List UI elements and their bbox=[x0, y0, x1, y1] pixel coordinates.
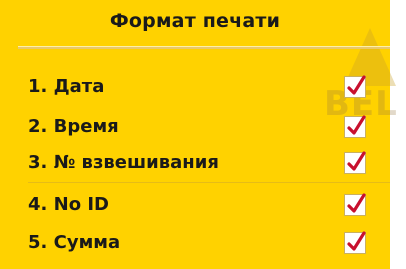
option-checkbox[interactable] bbox=[344, 115, 366, 138]
option-row-id[interactable]: 4. No ID bbox=[28, 190, 368, 220]
option-row-sum[interactable]: 5. Сумма bbox=[28, 228, 368, 258]
option-label: 1. Дата bbox=[28, 76, 105, 97]
print-format-screen: BEL Формат печати 1. Дата 2. Время 3. № … bbox=[0, 0, 397, 269]
option-label: 3. № взвешивания bbox=[28, 152, 219, 173]
checkmark-icon bbox=[347, 193, 366, 213]
option-row-time[interactable]: 2. Время bbox=[28, 112, 368, 142]
checkmark-icon bbox=[347, 115, 366, 135]
checkmark-icon bbox=[347, 75, 366, 95]
option-checkbox[interactable] bbox=[344, 75, 366, 98]
title-divider bbox=[18, 46, 390, 49]
option-checkbox[interactable] bbox=[344, 151, 366, 174]
checkmark-icon bbox=[347, 231, 366, 251]
option-row-date[interactable]: 1. Дата bbox=[28, 72, 368, 102]
option-label: 4. No ID bbox=[28, 194, 109, 215]
page-title: Формат печати bbox=[109, 10, 281, 32]
option-checkbox[interactable] bbox=[344, 231, 366, 254]
option-checkbox[interactable] bbox=[344, 193, 366, 216]
option-label: 2. Время bbox=[28, 116, 119, 137]
checkmark-icon bbox=[347, 151, 366, 171]
option-row-weighing-number[interactable]: 3. № взвешивания bbox=[28, 148, 368, 178]
option-label: 5. Сумма bbox=[28, 232, 121, 253]
row-divider bbox=[28, 182, 390, 183]
